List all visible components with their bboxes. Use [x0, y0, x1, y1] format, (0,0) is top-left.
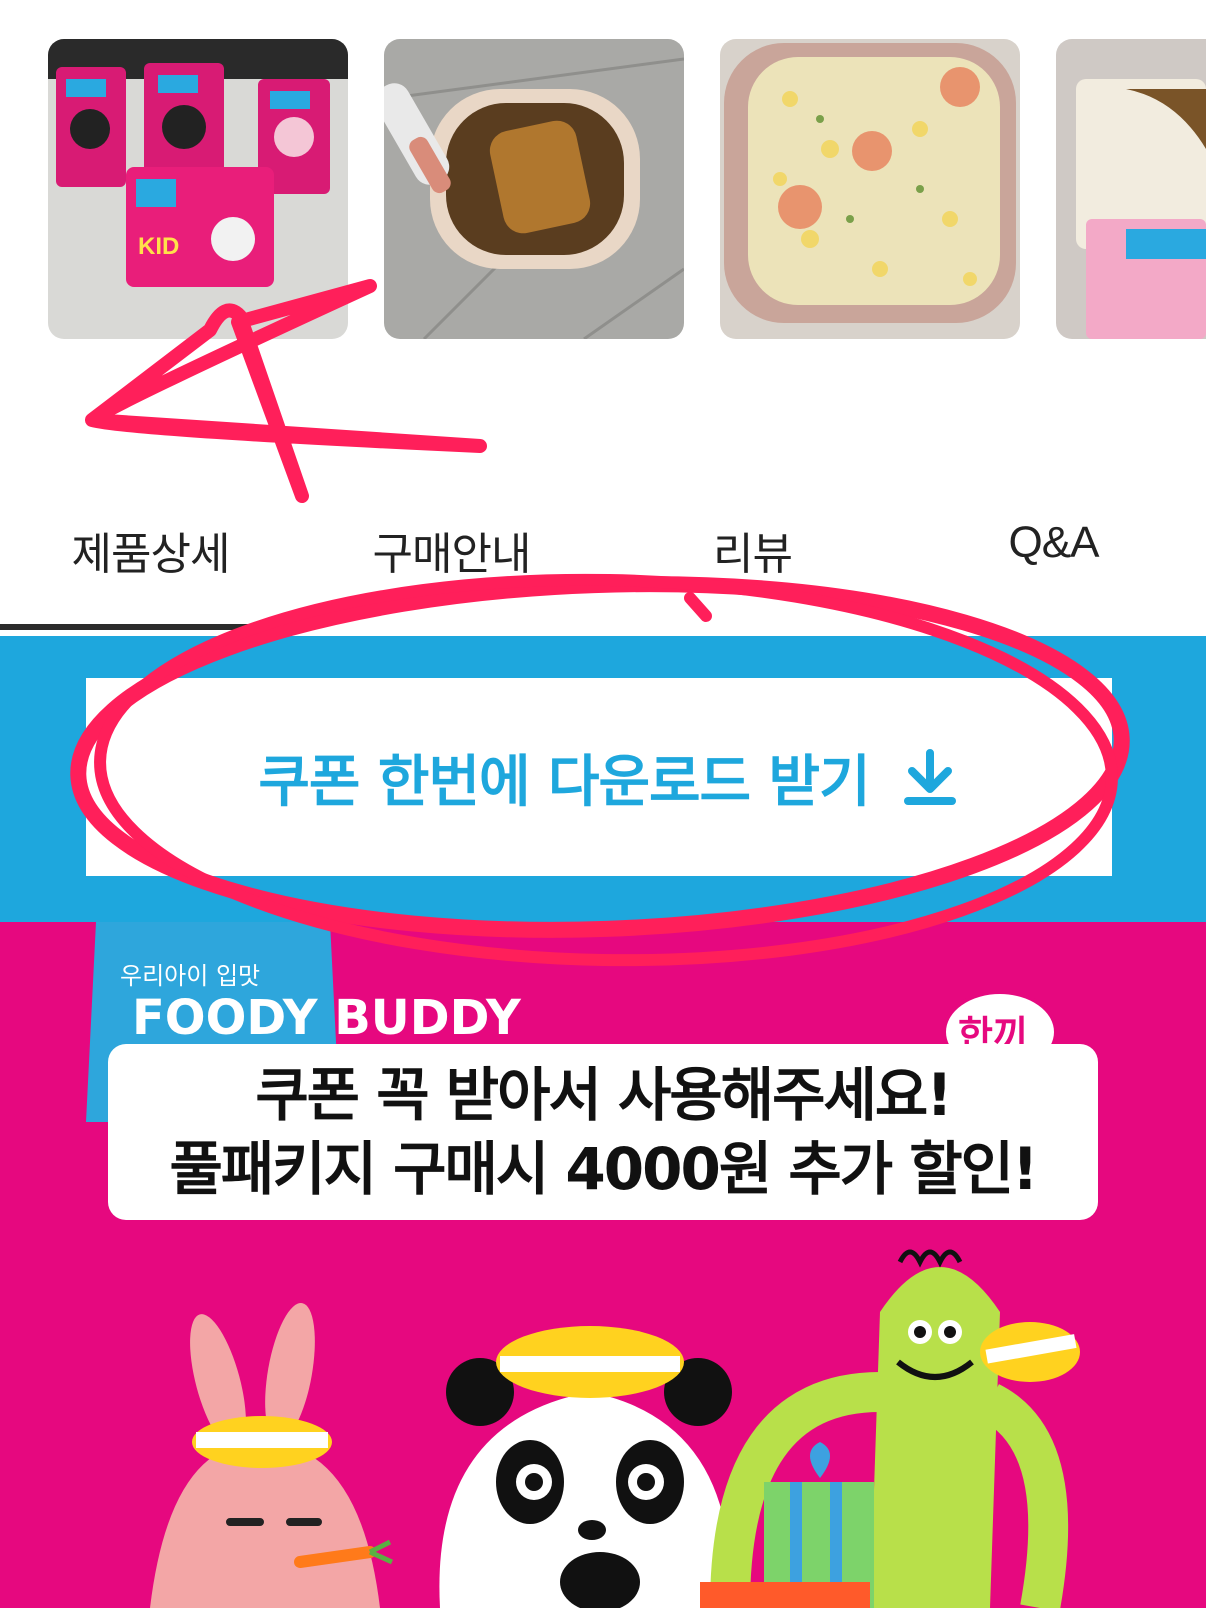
download-coupons-button[interactable]: 쿠폰 한번에 다운로드 받기	[86, 678, 1112, 876]
shrimp-fried-rice-photo[interactable]	[720, 39, 1020, 339]
tonkatsu-curry-photo[interactable]	[384, 39, 684, 339]
coupon-button-label: 쿠폰 한번에 다운로드 받기	[258, 749, 870, 815]
tab-reviews[interactable]: 리뷰	[602, 518, 903, 580]
tab-product-detail[interactable]: 제품상세	[0, 518, 301, 580]
brand-tagline: 우리아이 입맛	[120, 962, 260, 990]
coupon-banner: 쿠폰 한번에 다운로드 받기	[0, 636, 1206, 922]
promo-banner: 우리아이 입맛 FOODY BUDDY 한끼 쿠폰 꼭 받아서 사용해주세요! …	[0, 922, 1206, 1608]
product-package-photo[interactable]: KID	[48, 39, 348, 339]
product-tabs: 제품상세 구매안내 리뷰 Q&A	[0, 500, 1206, 636]
green-character	[700, 1249, 1080, 1608]
tab-qna[interactable]: Q&A	[903, 518, 1204, 578]
rice-bowl-photo[interactable]	[1056, 39, 1206, 339]
svg-text:KID: KID	[138, 233, 179, 260]
panda-character	[439, 1326, 732, 1608]
rabbit-character	[150, 1302, 394, 1608]
promo-line-2: 풀패키지 구매시 4000원 추가 할인!	[169, 1135, 1039, 1203]
download-arrow-icon	[900, 747, 960, 807]
active-tab-indicator	[0, 624, 301, 630]
tab-purchase-info[interactable]: 구매안내	[301, 518, 602, 580]
promo-line-1: 쿠폰 꼭 받아서 사용해주세요!	[255, 1061, 952, 1129]
brand-name: FOODY BUDDY	[132, 990, 522, 1046]
product-photo-strip: KID	[0, 0, 1206, 480]
promo-message-card: 쿠폰 꼭 받아서 사용해주세요! 풀패키지 구매시 4000원 추가 할인!	[108, 1044, 1098, 1220]
character-illustration: 우리아이 입맛 FOODY BUDDY 한끼	[86, 922, 1080, 1608]
